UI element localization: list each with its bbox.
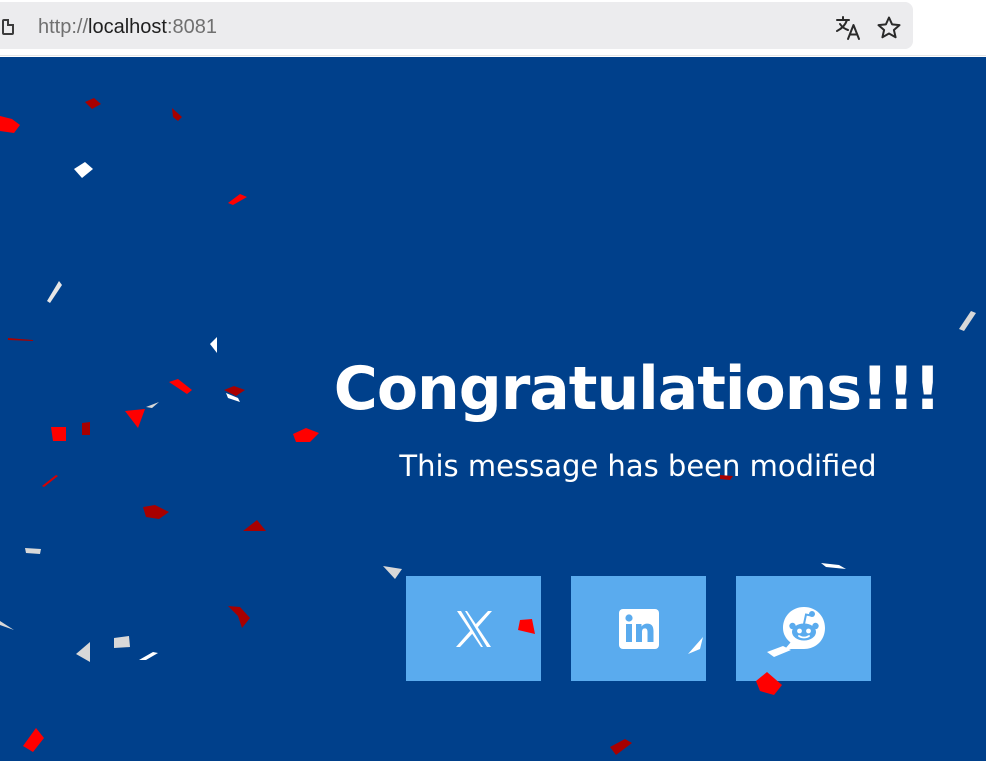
url-scheme: http:// — [38, 16, 89, 38]
confetti-piece — [146, 402, 159, 408]
reddit-logo-icon — [782, 606, 825, 649]
confetti-piece — [76, 642, 90, 662]
url-text[interactable]: http://localhost:8081 — [38, 15, 217, 39]
confetti-piece — [139, 652, 158, 660]
share-reddit-button[interactable] — [736, 576, 871, 681]
confetti-piece — [226, 393, 240, 402]
confetti-piece — [125, 409, 145, 428]
celebration-page: Congratulations!!! This message has been… — [0, 57, 986, 761]
address-bar[interactable]: http://localhost:8081 — [0, 2, 913, 49]
confetti-piece — [85, 98, 101, 109]
confetti-piece — [51, 427, 66, 441]
confetti-piece — [383, 566, 402, 579]
confetti-piece — [224, 386, 245, 396]
confetti-piece — [23, 728, 44, 752]
star-icon[interactable] — [876, 15, 902, 41]
url-host: localhost — [88, 16, 167, 38]
page-icon[interactable] — [2, 19, 14, 35]
page-headline: Congratulations!!! — [333, 354, 941, 424]
confetti-piece — [0, 621, 14, 630]
x-logo-icon — [455, 610, 492, 647]
confetti-piece — [821, 563, 846, 569]
url-port: :8081 — [166, 16, 218, 38]
confetti-piece — [243, 520, 266, 531]
confetti-piece — [114, 636, 130, 648]
confetti-piece — [42, 475, 58, 487]
confetti-piece — [293, 428, 319, 442]
page-message: This message has been modified — [399, 449, 877, 483]
confetti-piece — [8, 338, 33, 341]
linkedin-logo-icon — [618, 608, 659, 649]
confetti-piece — [25, 548, 41, 554]
share-linkedin-button[interactable] — [571, 576, 706, 681]
confetti-piece — [82, 422, 90, 435]
confetti-piece — [143, 505, 169, 519]
confetti-piece — [74, 162, 93, 178]
share-x-button[interactable] — [406, 576, 541, 681]
confetti-piece — [169, 379, 192, 394]
confetti-piece — [228, 194, 247, 205]
confetti-piece — [228, 606, 250, 628]
confetti-piece — [610, 739, 632, 755]
translate-icon[interactable] — [834, 14, 862, 42]
confetti-piece — [47, 281, 62, 303]
confetti-piece — [959, 311, 976, 331]
confetti-piece — [210, 337, 217, 353]
browser-toolbar: http://localhost:8081 — [0, 0, 986, 56]
confetti-piece — [0, 116, 20, 133]
confetti-piece — [172, 108, 182, 121]
